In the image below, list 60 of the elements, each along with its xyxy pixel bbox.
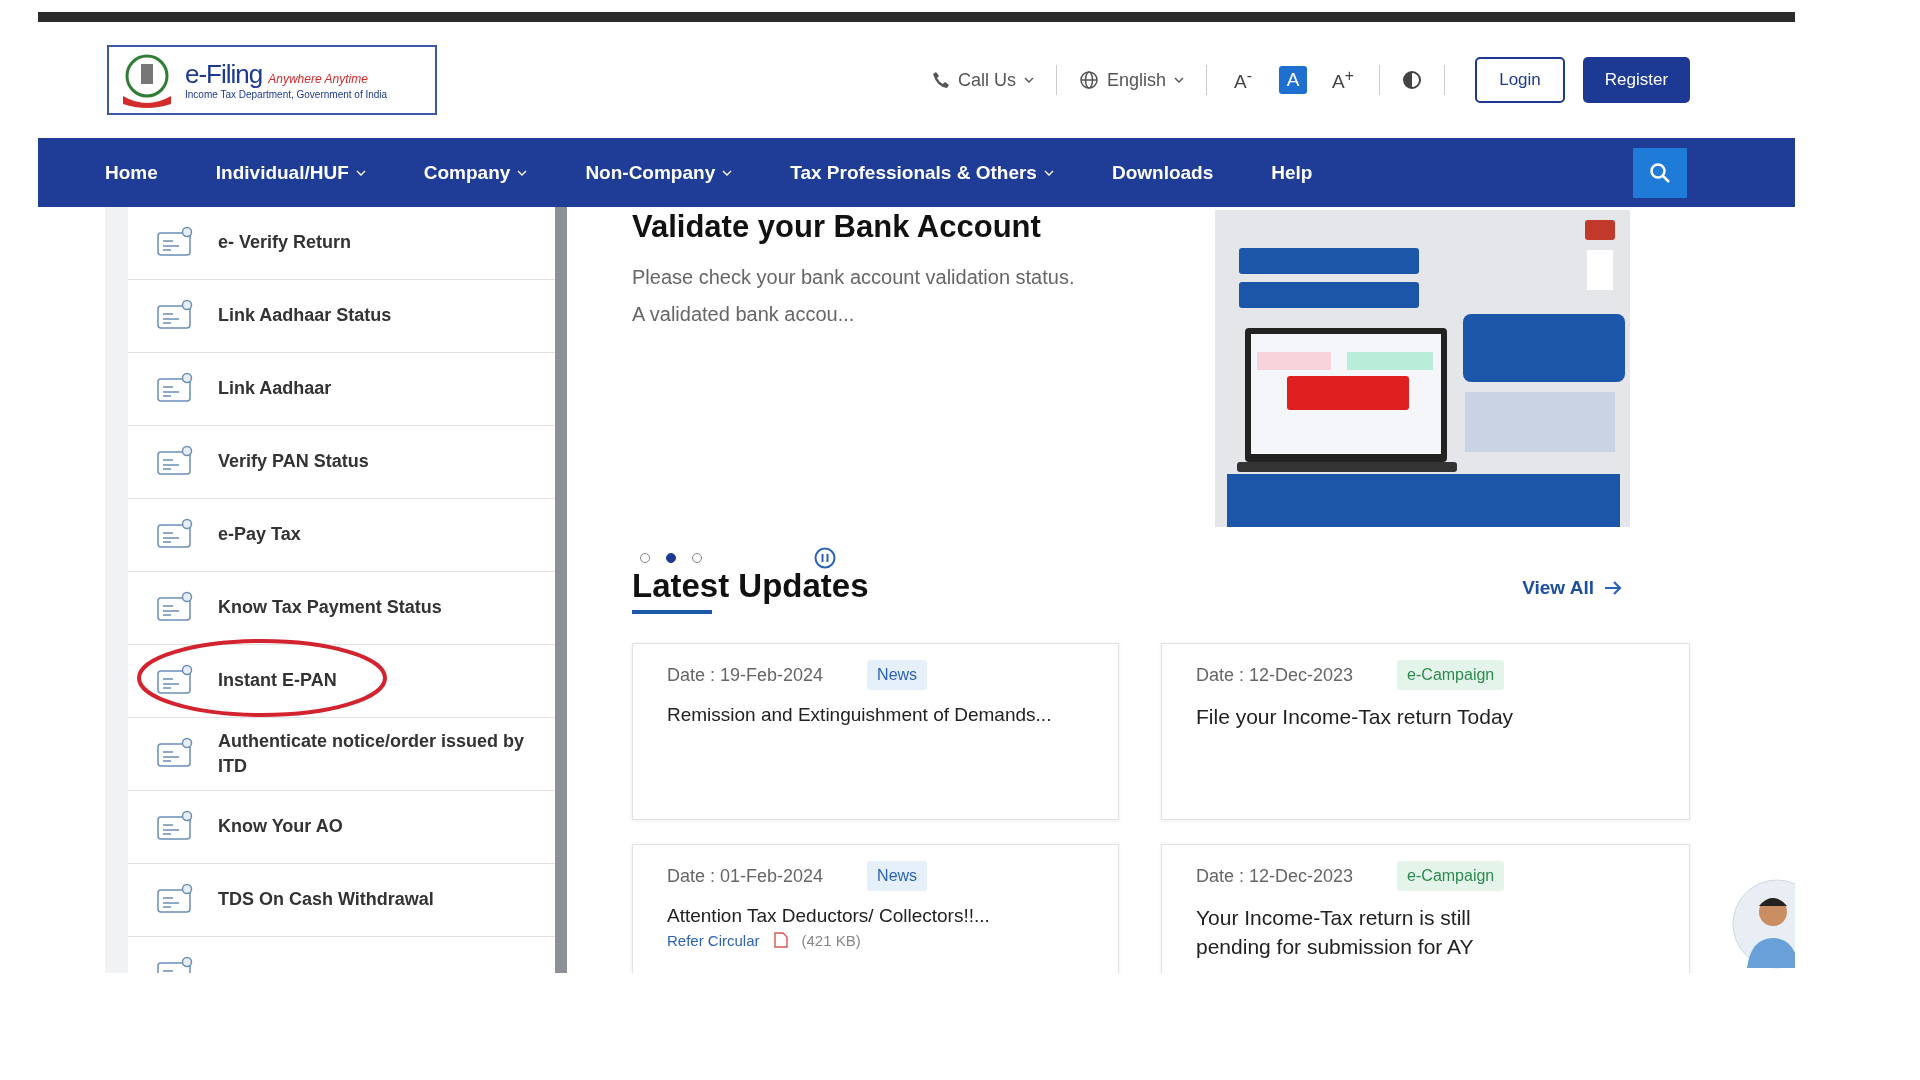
nav-item[interactable]: Individual/HUF (215, 161, 366, 184)
scrollbar[interactable] (555, 207, 567, 973)
call-us-dropdown[interactable]: Call Us (931, 69, 1034, 91)
card-tag: News (867, 660, 928, 690)
nav-item[interactable]: Company (423, 161, 528, 184)
card-tag: e-Campaign (1397, 660, 1505, 690)
card-title: Your Income-Tax return is still pending for submission for AY (1196, 905, 1475, 961)
card-date: Date : 19-Feb-2024 (667, 664, 824, 686)
carousel-dot[interactable] (692, 553, 702, 563)
language-dropdown[interactable]: English (1078, 69, 1184, 91)
font-size-button[interactable]: A$^{+}$ (1329, 66, 1357, 94)
logo-subtitle: Income Tax Department, Government of India (185, 88, 388, 100)
card-tag: News (867, 861, 928, 891)
carousel-description: A validated bank accou... (632, 302, 856, 327)
font-size-button[interactable]: A$^{-}$ (1229, 66, 1257, 94)
carousel-dot[interactable] (640, 553, 650, 563)
nav-item[interactable]: Tax Professionals & Others (790, 161, 1054, 184)
carousel-title: Validate your Bank Account (632, 209, 1042, 245)
carousel-dot[interactable] (666, 553, 676, 563)
card-title: File your Income-Tax return Today (1196, 704, 1515, 730)
pause-icon[interactable] (814, 547, 836, 569)
update-card[interactable]: Date : 19-Feb-2024 News Remission and Extinguishment of Demands... (632, 643, 1119, 820)
logo-title: e-Filing (185, 60, 263, 89)
phone-icon (931, 71, 950, 89)
font-size-button[interactable]: A (1279, 66, 1307, 94)
circular-link[interactable]: Refer Circular (667, 931, 760, 949)
file-size: (421 KB) (801, 931, 861, 949)
card-date: Date : 12-Dec-2023 (1196, 664, 1354, 686)
card-title: Remission and Extinguishment of Demands... (667, 703, 1053, 727)
nav-item[interactable]: Home (105, 161, 158, 184)
register-button[interactable]: Register (1583, 57, 1690, 103)
carousel-description: Please check your bank account validation status. (632, 265, 1076, 290)
nav-item[interactable]: Downloads (1111, 161, 1214, 184)
card-date: Date : 12-Dec-2023 (1196, 865, 1354, 887)
caret-icon (355, 169, 366, 176)
card-date: Date : 01-Feb-2024 (667, 865, 824, 887)
card-tag: e-Campaign (1397, 861, 1505, 891)
caret-icon (1174, 77, 1184, 83)
site-logo[interactable]: e-Filing Anywhere Anytime Income Tax Department, Government of India (107, 45, 437, 115)
search-button[interactable] (1633, 147, 1687, 198)
logo-tagline: Anywhere Anytime (268, 73, 368, 87)
contrast-icon[interactable] (1402, 70, 1422, 90)
search-icon (1649, 161, 1671, 184)
card-title: Attention Tax Deductors/ Collectors!!... (667, 904, 991, 928)
chat-avatar-icon[interactable] (1731, 878, 1795, 970)
caret-icon (722, 169, 733, 176)
globe-icon (1078, 70, 1099, 90)
caret-icon (517, 169, 528, 176)
section-heading: Latest Updates (632, 567, 869, 604)
nav-item[interactable]: Non-Company (585, 161, 733, 184)
update-card[interactable]: Date : 01-Feb-2024 News Attention Tax Deductors/ Collectors!!... Refer Circular (421 KB) (632, 844, 1119, 973)
nav-item[interactable]: Help (1271, 161, 1313, 184)
arrow-right-icon (1604, 580, 1622, 596)
caret-icon (1023, 77, 1034, 83)
pdf-icon (773, 932, 788, 949)
view-all-link[interactable]: View All (1522, 577, 1622, 599)
update-card[interactable]: Date : 12-Dec-2023 e-Campaign File your Income-Tax return Today (1161, 643, 1690, 820)
update-card[interactable]: Date : 12-Dec-2023 e-Campaign Your Income-Tax return is still pending for submission for AY (1161, 844, 1690, 973)
caret-icon (1043, 169, 1054, 176)
login-button[interactable]: Login (1475, 57, 1565, 103)
